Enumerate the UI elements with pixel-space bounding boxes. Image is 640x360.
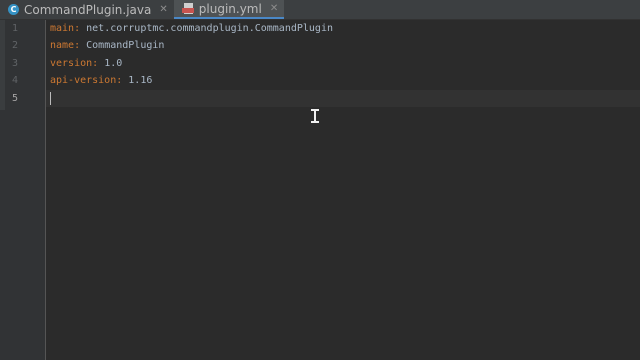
ibeam-cursor-icon [311,109,319,123]
java-class-icon: C [8,4,19,15]
code-editor[interactable]: main: net.corruptmc.commandplugin.Comman… [46,20,640,360]
code-line[interactable]: api-version: 1.16 [50,72,152,89]
yaml-value: net.corruptmc.commandplugin.CommandPlugi… [80,23,333,34]
tab-plugin-yml[interactable]: plugin.yml ✕ [173,0,285,19]
code-line[interactable]: version: 1.0 [50,55,122,72]
yaml-value: 1.0 [98,58,123,69]
yaml-key: main [50,23,75,34]
close-icon[interactable]: ✕ [270,3,278,14]
editor-tab-bar: C CommandPlugin.java ✕ plugin.yml ✕ [0,0,640,20]
line-number: 3 [11,58,18,69]
yaml-key: api-version [50,75,117,86]
code-line[interactable]: main: net.corruptmc.commandplugin.Comman… [50,20,333,37]
yaml-value: CommandPlugin [80,40,165,51]
current-line-highlight [46,90,640,107]
line-number: 4 [11,75,18,86]
line-number: 1 [11,23,18,34]
close-icon[interactable]: ✕ [159,4,167,15]
yaml-key: version [50,58,93,69]
tab-label: plugin.yml [198,1,262,16]
line-number: 2 [11,40,18,51]
line-number-current: 5 [11,93,18,104]
line-number-gutter[interactable]: 1 2 3 4 5 [0,20,46,360]
text-caret [50,92,51,105]
tab-label: CommandPlugin.java [24,2,152,17]
code-line[interactable]: name: CommandPlugin [50,37,164,54]
yaml-key: name [50,40,75,51]
tab-commandplugin-java[interactable]: C CommandPlugin.java ✕ [0,0,174,19]
yaml-file-icon [181,2,194,15]
yaml-value: 1.16 [122,75,153,86]
